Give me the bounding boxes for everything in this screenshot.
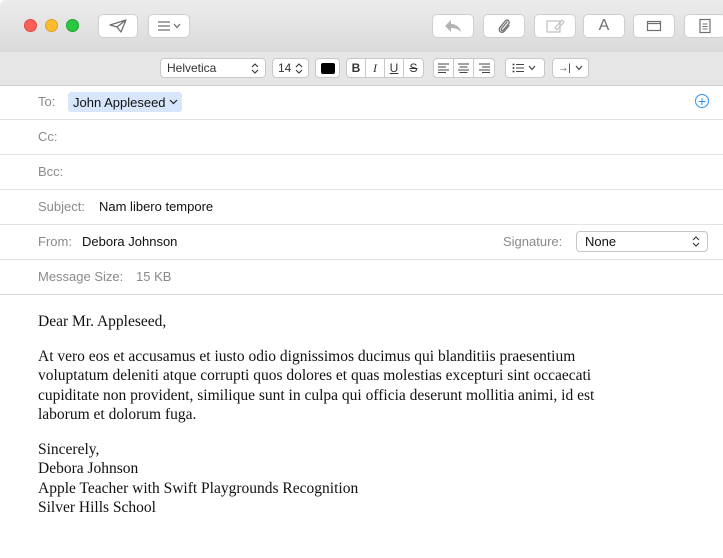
align-left-button[interactable] [433,58,454,78]
signature-block: Sincerely, Debora Johnson Apple Teacher … [38,440,698,518]
subject-label: Subject: [38,199,85,214]
message-body[interactable]: Dear Mr. Appleseed, At vero eos et accus… [38,312,698,533]
greeting: Dear Mr. Appleseed, [38,313,167,330]
subject-value[interactable]: Nam libero tempore [99,199,213,214]
from-field-row: From: Debora Johnson Signature: None [0,225,723,260]
updown-arrows-icon [251,62,259,74]
chevron-down-icon [169,99,177,105]
bcc-field-row[interactable]: Bcc: [0,155,723,190]
fonts-button[interactable]: A [583,14,625,38]
photo-browser-button[interactable] [534,14,576,38]
plus-icon: + [697,93,707,109]
reply-button[interactable] [432,14,474,38]
to-field-row: To: John Appleseed + [0,85,723,120]
align-right-button[interactable] [473,58,495,78]
font-family-select[interactable]: Helvetica [160,58,266,78]
recipient-name: John Appleseed [73,94,166,110]
window-button[interactable] [633,14,675,38]
text-color-well[interactable] [315,58,340,78]
format-bar: Helvetica 14 B I U S →| [0,52,723,86]
to-label: To: [38,94,56,109]
signature-line: Silver Hills School [38,499,156,516]
updown-arrows-icon [692,236,700,247]
close-window-button[interactable] [24,19,37,32]
message-size-value: 15 KB [136,269,172,284]
align-right-icon [478,63,490,73]
message-size-label: Message Size: [38,269,124,284]
header-fields-button[interactable] [148,14,190,38]
letter-a-icon: A [598,17,610,34]
bold-button[interactable]: B [346,58,366,78]
paragraph-line: cupiditate non provident, similique sunt… [38,386,595,404]
subject-field-row[interactable]: Subject: Nam libero tempore [0,190,723,225]
signature-line: Apple Teacher with Swift Playgrounds Rec… [38,479,359,497]
document-icon [699,18,711,34]
mail-compose-window: A Helvetica 14 B I U S →| To: John Apple… [0,0,723,558]
window-icon [646,20,662,32]
bullet-list-icon [512,63,536,73]
photo-pencil-icon [546,19,565,33]
body-paragraph: At vero eos et accusamus et iusto odio d… [38,347,698,425]
align-left-icon [438,63,449,73]
font-size-value: 14 [278,61,292,75]
signature-value: None [585,234,617,249]
color-swatch [320,62,335,74]
cc-field-row[interactable]: Cc: [0,120,723,155]
send-button[interactable] [98,14,138,38]
zoom-window-button[interactable] [66,19,79,32]
format-button[interactable] [684,14,723,38]
bcc-label: Bcc: [38,164,64,179]
attach-button[interactable] [483,14,525,38]
indent-icon: →| [558,62,571,74]
toolbar: A [0,0,723,53]
reply-arrow-icon [445,20,461,32]
align-center-button[interactable] [453,58,474,78]
from-value[interactable]: Debora Johnson [82,234,177,249]
paper-plane-icon [109,19,127,33]
from-label: From: [38,234,72,249]
list-style-button[interactable] [505,58,545,78]
indent-button[interactable]: →| [552,58,589,78]
cc-label: Cc: [38,129,58,144]
minimize-window-button[interactable] [45,19,58,32]
message-size-row: Message Size: 15 KB [0,260,723,295]
font-family-value: Helvetica [167,61,217,75]
font-size-select[interactable]: 14 [272,58,309,78]
align-center-icon [458,63,469,73]
updown-arrows-icon [295,62,303,74]
underline-button[interactable]: U [384,58,404,78]
signature-line: Debora Johnson [38,460,139,477]
italic-button[interactable]: I [365,58,385,78]
paragraph-line: At vero eos et accusamus et iusto odio d… [38,347,576,365]
strikethrough-button[interactable]: S [403,58,424,78]
paragraph-line: voluptatum deleniti atque corrupti quos … [38,367,592,384]
signature-select[interactable]: None [576,231,708,252]
recipient-token[interactable]: John Appleseed [68,92,182,112]
closing: Sincerely, [38,440,100,458]
signature-label: Signature: [503,234,563,249]
add-contact-button[interactable]: + [695,94,709,108]
chevron-down-icon [575,65,583,71]
paperclip-icon [498,19,510,33]
paragraph-line: laborum et dolorum fuga. [38,406,197,423]
list-lines-icon [158,21,181,31]
